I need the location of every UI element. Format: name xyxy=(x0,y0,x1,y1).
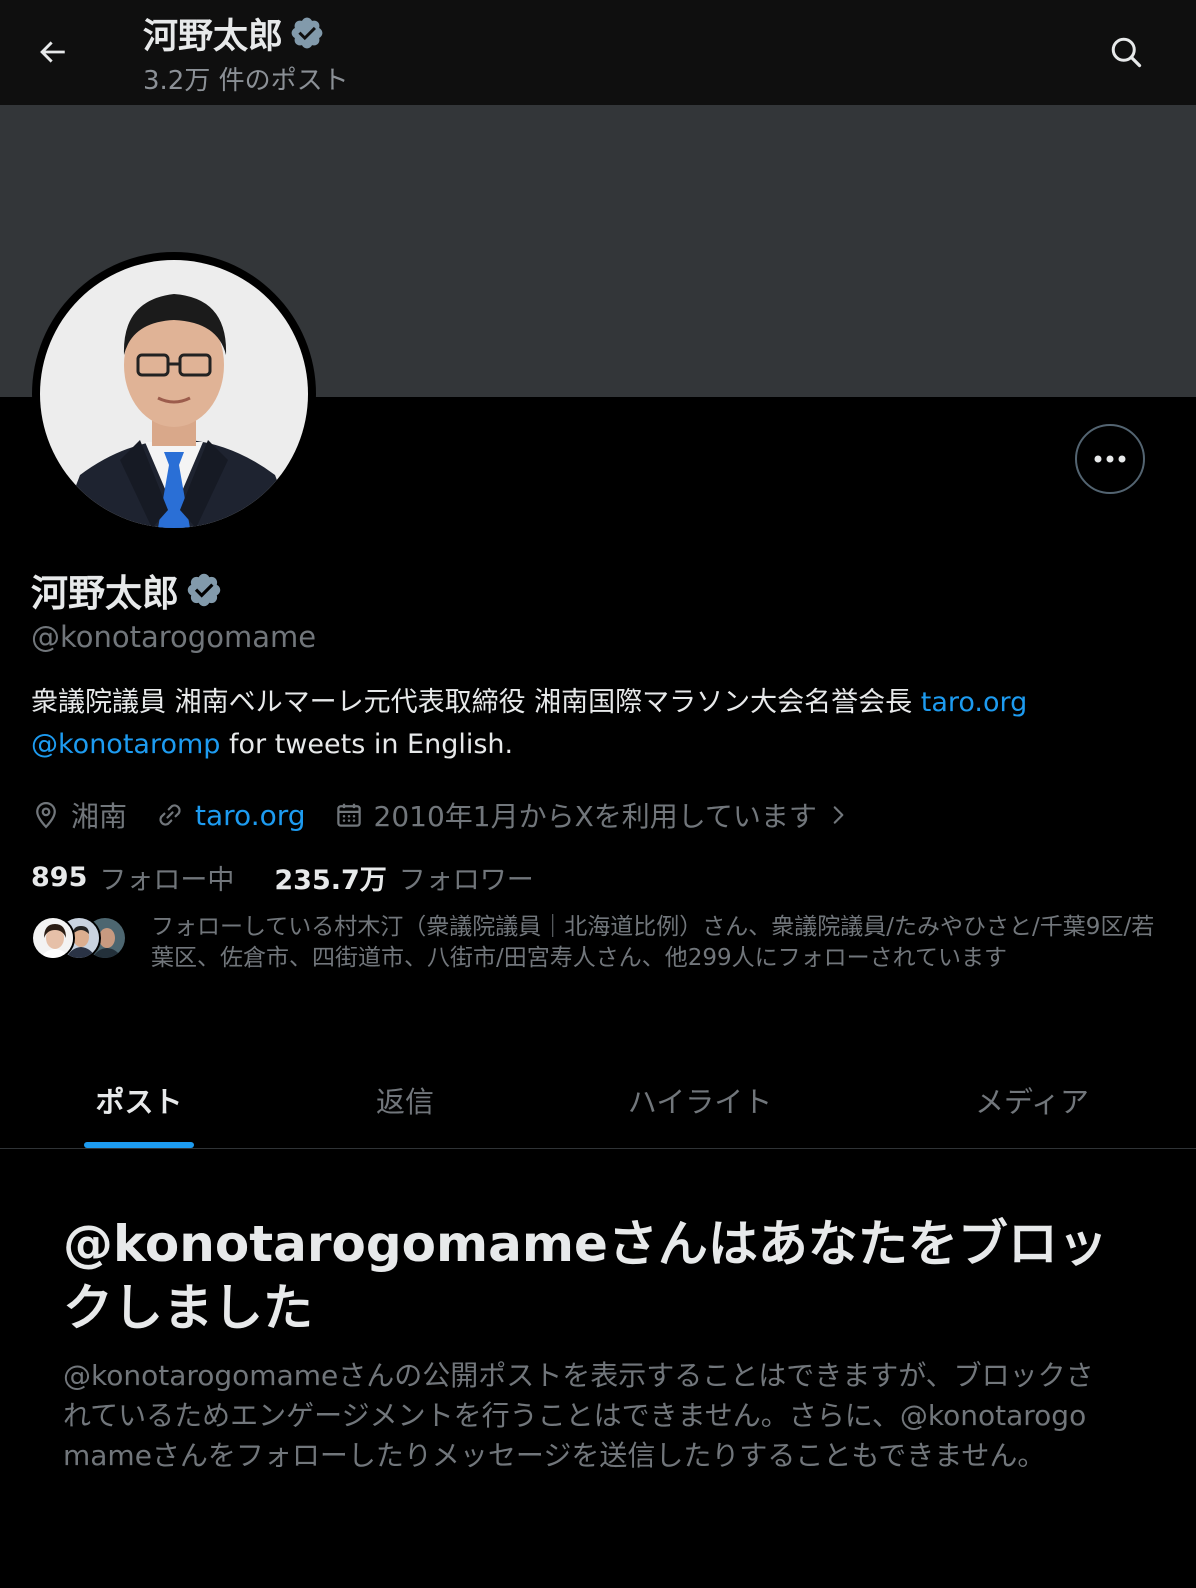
tab-media[interactable]: メディア xyxy=(868,1052,1196,1148)
back-button[interactable] xyxy=(30,30,74,74)
tab-posts[interactable]: ポスト xyxy=(0,1052,278,1148)
calendar-icon xyxy=(336,803,361,827)
followers-label[interactable]: フォロワー xyxy=(399,858,534,897)
tab-highlights[interactable]: ハイライト xyxy=(532,1052,868,1148)
arrow-left-icon xyxy=(40,41,65,63)
link-icon xyxy=(159,804,181,826)
verified-badge-icon[interactable] xyxy=(185,571,223,609)
website-item[interactable]: taro.org xyxy=(155,799,306,832)
followers-count[interactable]: 235.7万 xyxy=(274,858,386,897)
top-bar: 河野太郎 3.2万 件のポスト xyxy=(0,0,1196,105)
location-text: 湘南 xyxy=(71,800,128,833)
tab-label: 返信 xyxy=(375,1085,434,1119)
bio-text: 衆議院議員 湘南ベルマーレ元代表取締役 湘南国際マラソン大会名誉会長 xyxy=(31,687,921,718)
header-title: 河野太郎 xyxy=(143,10,325,57)
followers-avatars xyxy=(31,916,141,966)
tab-replies[interactable]: 返信 xyxy=(278,1052,532,1148)
tab-label: ポスト xyxy=(95,1085,183,1119)
followers-you-know-text[interactable]: フォローしている村木汀（衆議院議員｜北海道比例）さん、衆議院議員/たみやひさと/… xyxy=(151,912,1161,974)
joined-item[interactable]: 2010年1月からXを利用しています xyxy=(334,795,851,835)
bio-mention-link[interactable]: @konotaromp xyxy=(31,729,220,760)
location-pin-icon xyxy=(36,801,56,829)
location-item: 湘南 xyxy=(31,795,127,835)
tab-label: メディア xyxy=(975,1085,1089,1119)
website-link[interactable]: taro.org xyxy=(195,799,306,832)
blocked-description: @konotarogomameさんの公開ポストを表示することはできますが、ブロッ… xyxy=(63,1359,1094,1472)
search-button[interactable] xyxy=(1102,28,1150,76)
display-name: 河野太郎 xyxy=(31,572,179,615)
bio-text-english: for tweets in English. xyxy=(220,729,514,760)
profile-bio: 衆議院議員 湘南ベルマーレ元代表取締役 湘南国際マラソン大会名誉会長 taro.… xyxy=(31,682,1171,766)
verified-badge-icon xyxy=(291,17,323,49)
following-label[interactable]: フォロー中 xyxy=(99,858,234,897)
profile-avatar[interactable] xyxy=(32,252,316,536)
profile-handle: @konotarogomame xyxy=(31,620,317,654)
more-horizontal-icon xyxy=(1094,455,1126,463)
more-options-button[interactable] xyxy=(1075,424,1145,494)
follow-counts: 895 フォロー中 235.7万 フォロワー xyxy=(31,856,574,898)
profile-name-row: 河野太郎 xyxy=(31,564,223,616)
profile-tabs: ポスト 返信 ハイライト メディア xyxy=(0,1052,1196,1149)
avatar-photo xyxy=(40,260,308,528)
search-icon xyxy=(1111,37,1142,68)
follower-avatar xyxy=(31,916,75,960)
header-post-count: 3.2万 件のポスト xyxy=(143,66,349,96)
following-count[interactable]: 895 xyxy=(31,862,87,893)
blocked-title: @konotarogomameさんはあなたをブロックしました xyxy=(63,1215,1108,1337)
tab-label: ハイライト xyxy=(627,1085,773,1119)
tab-active-indicator xyxy=(84,1142,194,1148)
followers-you-know[interactable]: フォローしている村木汀（衆議院議員｜北海道比例）さん、衆議院議員/たみやひさと/… xyxy=(31,912,1171,974)
profile-meta: 湘南 taro.org 2010年1月からXを利用しています xyxy=(31,792,879,838)
header-name: 河野太郎 xyxy=(143,16,284,57)
chevron-right-icon xyxy=(833,806,844,824)
bio-link[interactable]: taro.org xyxy=(921,687,1028,718)
joined-text: 2010年1月からXを利用しています xyxy=(373,800,817,833)
